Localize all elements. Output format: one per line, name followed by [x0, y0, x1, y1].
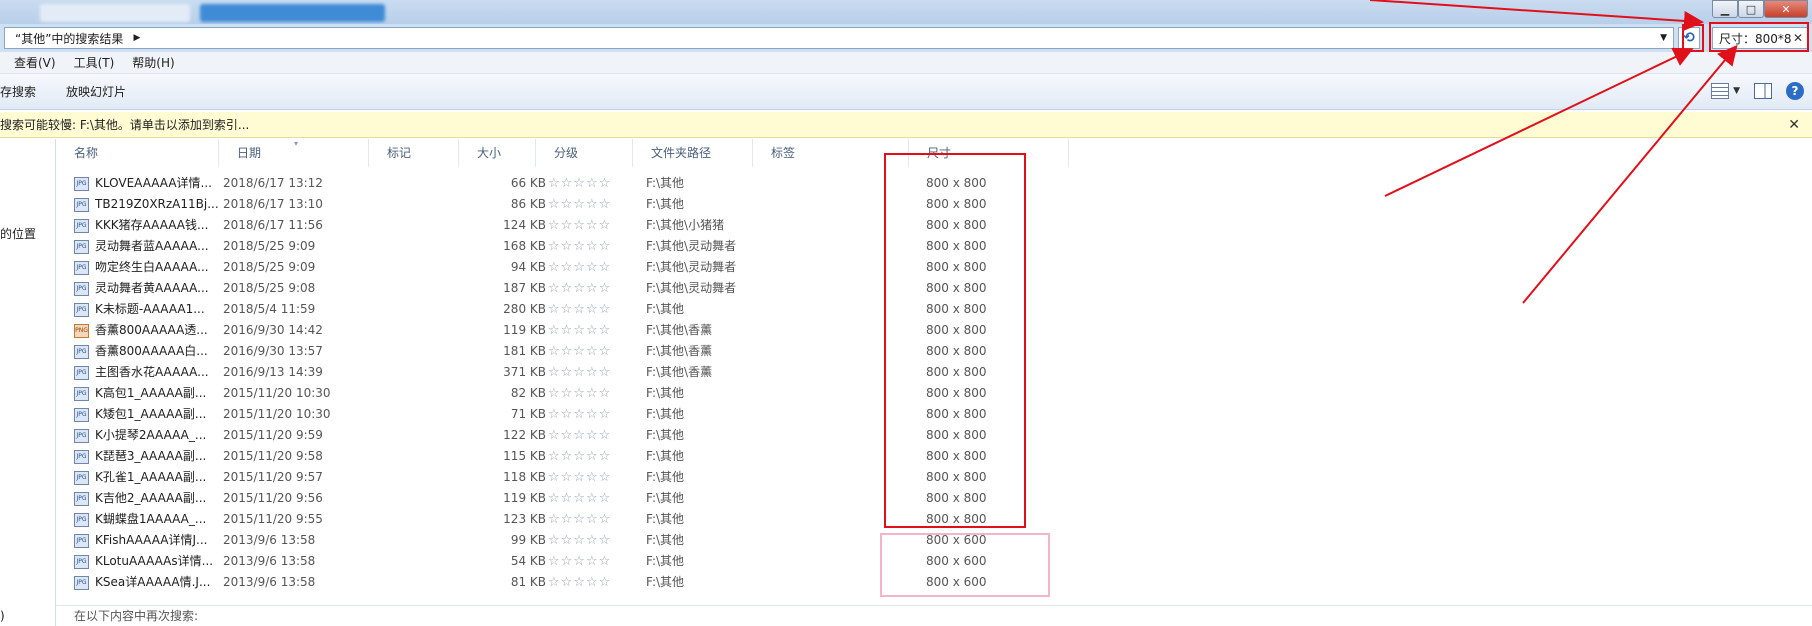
annotation-arrow: [1384, 47, 1694, 197]
annotation-arrow: [1369, 0, 1704, 31]
annotation-arrows: [1369, 0, 1738, 304]
annotation-arrow: [1522, 44, 1738, 304]
